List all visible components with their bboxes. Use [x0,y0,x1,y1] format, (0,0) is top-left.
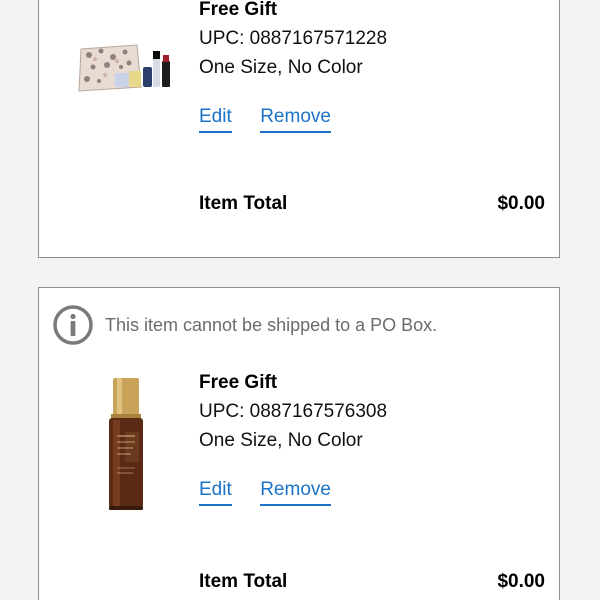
cart-item-card: Free Gift UPC: 0887167571228 One Size, N… [38,0,560,258]
item-actions: Edit Remove [199,479,539,511]
item-details: Free Gift UPC: 0887167571228 One Size, N… [199,0,539,138]
edit-link[interactable]: Edit [199,106,232,133]
item-actions: Edit Remove [199,106,539,138]
serum-bottle-image [109,378,143,510]
item-upc: UPC: 0887167571228 [199,28,388,49]
cart-item-card: This item cannot be shipped to a PO Box.… [38,287,560,600]
item-name: Free Gift [199,0,278,20]
item-total-value: $0.00 [497,571,545,592]
cosmetic-gift-set-image [78,44,170,92]
item-total-row: Item Total $0.00 [199,193,545,223]
item-variant: One Size, No Color [199,430,363,451]
item-details: Free Gift UPC: 0887167576308 One Size, N… [199,368,539,511]
item-total-label: Item Total [199,571,288,592]
shipping-notice: This item cannot be shipped to a PO Box. [53,302,437,348]
remove-link[interactable]: Remove [260,106,331,133]
info-icon [53,305,93,345]
item-upc: UPC: 0887167576308 [199,401,388,422]
notice-text: This item cannot be shipped to a PO Box. [105,314,438,335]
item-name: Free Gift [199,372,278,393]
edit-link[interactable]: Edit [199,479,232,506]
remove-link[interactable]: Remove [260,479,331,506]
item-total-value: $0.00 [497,193,545,214]
item-total-label: Item Total [199,193,288,214]
item-total-row: Item Total $0.00 [199,571,545,600]
cart-page: Free Gift UPC: 0887167571228 One Size, N… [0,0,600,600]
item-variant: One Size, No Color [199,57,363,78]
